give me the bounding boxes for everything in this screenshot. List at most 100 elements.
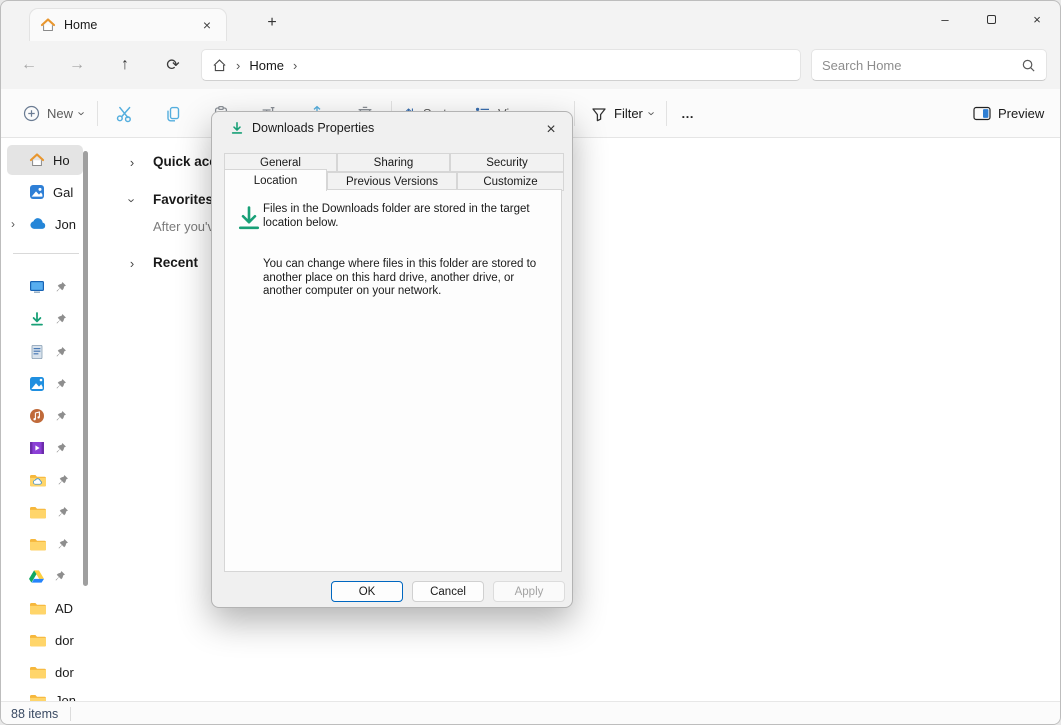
preview-pane-icon [973,106,991,121]
sidebar-item-desktop[interactable] [7,272,83,302]
recent-chevron-icon[interactable]: › [125,256,139,271]
item-count: 88 items [11,707,58,721]
sidebar-item-pictures[interactable] [7,369,83,399]
sidebar-item-downloads[interactable] [7,304,83,334]
desktop-icon [29,279,45,295]
dialog-title-bar: Downloads Properties [230,121,374,135]
pin-icon [55,378,67,390]
sidebar-item-gallery[interactable]: Gal [7,177,83,207]
up-button[interactable]: ↑ [109,49,141,81]
folder-cloud-icon [29,473,47,487]
maximize-button[interactable] [968,1,1014,37]
copy-button[interactable] [160,101,185,126]
sidebar-item-onedrive[interactable]: Jon [7,209,83,239]
ok-button[interactable]: OK [331,581,403,602]
dialog-title: Downloads Properties [252,121,374,135]
pin-icon [55,313,67,325]
new-label: New [47,106,73,121]
tab-location[interactable]: Location [224,169,327,191]
pin-icon [57,506,69,518]
chevron-down-icon: › [75,111,90,115]
folder-icon [29,601,47,615]
videos-icon [29,440,45,456]
download-icon [230,121,244,135]
chevron-right-icon[interactable]: › [293,58,297,73]
location-intro-text: Files in the Downloads folder are stored… [263,203,541,230]
home-icon [29,152,45,168]
folder-icon [29,665,47,679]
search-input[interactable] [822,58,1021,73]
cut-button[interactable] [112,101,137,126]
pin-icon [55,281,67,293]
sidebar-scrollbar[interactable] [83,151,88,586]
back-button[interactable]: ← [13,49,45,81]
document-icon [29,344,45,360]
file-explorer-window: Home × + – × ← → ↑ ⟳ › Home › [0,0,1061,725]
filter-label: Filter [614,106,643,121]
sidebar-separator [13,253,79,254]
section-favorites[interactable]: Favorites [153,192,213,207]
location-description-text: You can change where files in this folde… [263,258,545,299]
section-recent[interactable]: Recent [153,255,198,270]
home-icon [40,17,56,33]
breadcrumb[interactable]: › Home › [201,49,801,81]
sidebar-item-folder-ad[interactable]: AD [7,593,83,623]
more-options-button[interactable]: … [675,98,701,129]
toolbar-separator [574,101,575,126]
maximize-icon [987,15,996,24]
new-button[interactable]: New › [17,98,90,129]
refresh-button[interactable]: ⟳ [157,49,189,81]
toolbar-separator [97,101,98,126]
tab-label: Home [64,18,97,32]
search-box[interactable] [811,49,1047,81]
plus-circle-icon [23,105,40,122]
sidebar-item-folder-pinned[interactable] [7,529,83,559]
filter-icon [591,106,607,122]
google-drive-icon [29,569,44,583]
sidebar-item-onedrive-folder[interactable] [7,465,83,495]
onedrive-cloud-icon [29,218,47,230]
sidebar-item-folder-pinned[interactable] [7,497,83,527]
new-tab-button[interactable]: + [259,11,285,35]
sidebar-item-label: Gal [53,185,73,200]
downloads-properties-dialog: Downloads Properties × General Sharing S… [211,111,573,608]
dialog-close-button[interactable]: × [538,117,564,143]
minimize-button[interactable]: – [922,1,968,37]
sidebar-item-home[interactable]: Ho [7,145,83,175]
sidebar-item-folder-dor[interactable]: dor [7,625,83,655]
tab-strip: Home × + – × [1,1,1060,41]
search-icon[interactable] [1021,58,1036,73]
pin-icon [55,346,67,358]
sidebar-item-google-drive[interactable] [7,561,83,591]
preview-button[interactable]: Preview [967,98,1050,129]
pin-icon [55,410,67,422]
apply-button[interactable]: Apply [493,581,565,602]
close-button[interactable]: × [1014,1,1060,37]
tab-security[interactable]: Security [450,153,564,172]
sidebar-item-label: Jon [55,217,76,232]
sidebar-item-label: AD [55,601,73,616]
pin-icon [57,538,69,550]
tab-sharing[interactable]: Sharing [337,153,450,172]
quick-access-chevron-icon[interactable]: › [125,155,139,170]
breadcrumb-item-home[interactable]: Home [249,58,284,73]
sidebar-item-label: dor [55,665,74,680]
cancel-button[interactable]: Cancel [412,581,484,602]
sidebar-item-music[interactable] [7,401,83,431]
filter-button[interactable]: Filter › [585,98,660,129]
favorites-chevron-icon[interactable]: › [125,194,140,208]
address-row: ← → ↑ ⟳ › Home › [1,41,1060,89]
folder-icon [29,633,47,647]
pictures-icon [29,376,45,392]
tab-close-icon[interactable]: × [198,17,216,33]
favorites-empty-hint: After you'v [153,219,214,234]
gallery-icon [29,184,45,200]
forward-button[interactable]: → [61,49,93,81]
sidebar-item-folder-dor[interactable]: dor [7,657,83,687]
sidebar-item-videos[interactable] [7,433,83,463]
window-controls: – × [922,1,1060,37]
preview-label: Preview [998,106,1044,121]
sidebar-item-documents[interactable] [7,337,83,367]
toolbar-separator [666,101,667,126]
explorer-tab-home[interactable]: Home × [29,8,227,41]
